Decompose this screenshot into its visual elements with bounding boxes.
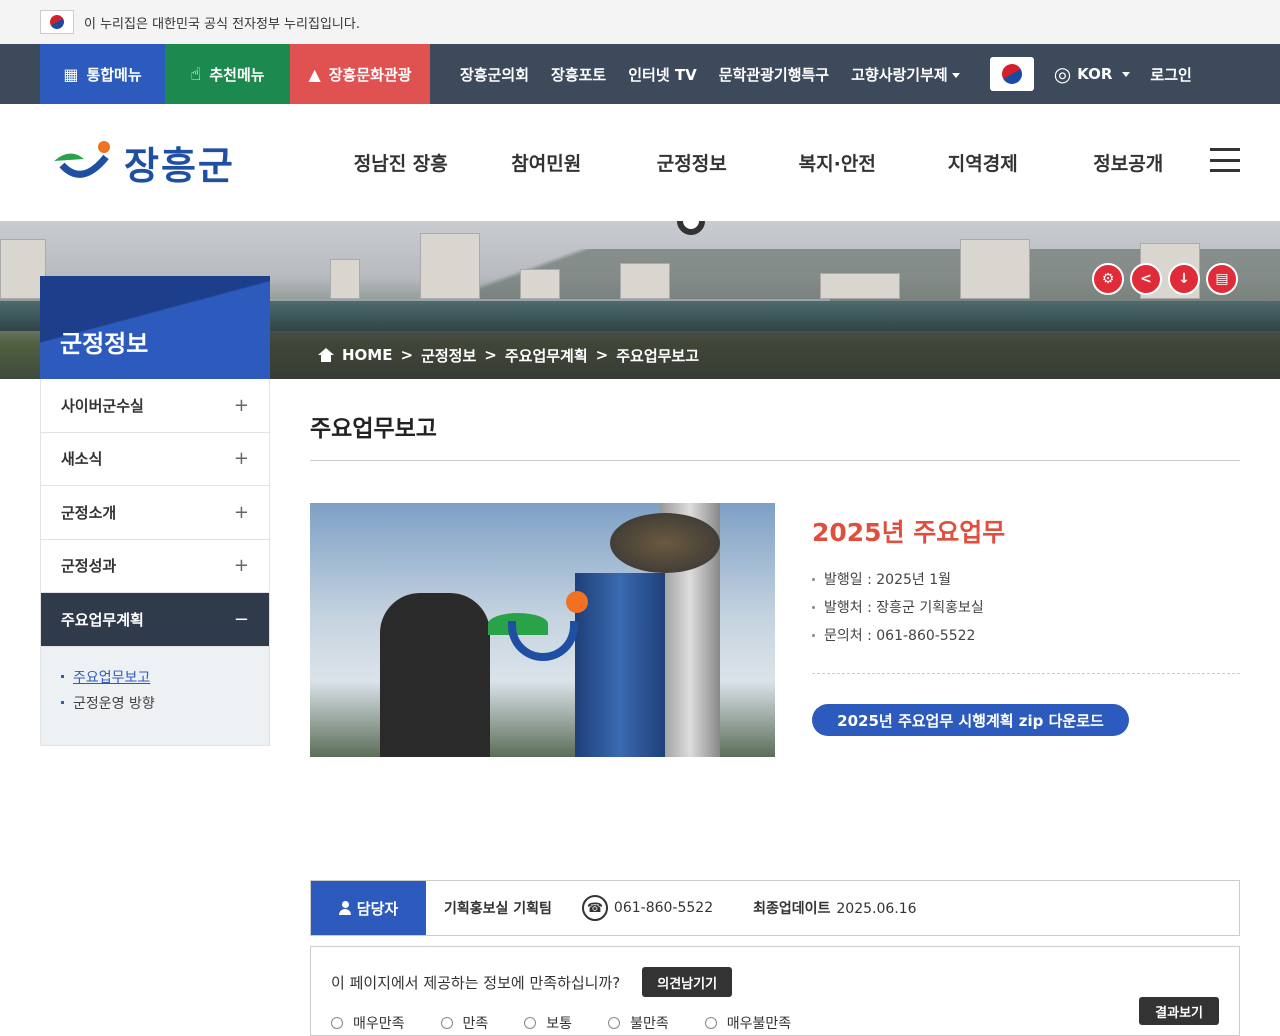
mountain-icon: ▲	[308, 64, 321, 84]
breadcrumb-major-plan[interactable]: 주요업무계획	[505, 345, 588, 366]
lnb-item-news[interactable]: 새소식 +	[41, 433, 269, 486]
manager-label: 담당자	[311, 881, 426, 935]
lnb-item-major-plan[interactable]: 주요업무계획 −	[41, 593, 269, 647]
jangheung-logo-icon	[54, 140, 110, 178]
feature-title: 2025년 주요업무	[812, 518, 1006, 547]
survey-option[interactable]: 보통	[524, 1013, 572, 1033]
feature-info: 발행일 : 2025년 1월 발행처 : 장흥군 기획홍보실 문의처 : 061…	[812, 569, 1240, 674]
satisfaction-survey: 이 페이지에서 제공하는 정보에 만족하십니까? 의견남기기 매우만족 만족 보…	[310, 946, 1240, 1036]
korea-flag-icon[interactable]	[989, 57, 1034, 91]
recommended-menu-button[interactable]: ☝ 추천메뉴	[165, 44, 290, 104]
view-results-button[interactable]: 결과보기	[1139, 997, 1219, 1025]
survey-question: 이 페이지에서 제공하는 정보에 만족하십니까?	[331, 973, 621, 992]
survey-option[interactable]: 불만족	[608, 1013, 669, 1033]
gnb-item-economy[interactable]: 지역경제	[910, 149, 1056, 176]
info-publisher: 발행처 : 장흥군 기획홍보실	[812, 597, 1240, 617]
site-logo[interactable]: 장흥군	[52, 135, 235, 190]
hand-pointer-icon: ☝	[190, 63, 202, 85]
breadcrumb: HOME > 군정정보 > 주요업무계획 > 주요업무보고	[270, 331, 1280, 379]
print-icon[interactable]: ▤	[1206, 263, 1238, 295]
lnb-item-cyber-office[interactable]: 사이버군수실 +	[41, 379, 269, 433]
info-contact: 문의처 : 061-860-5522	[812, 625, 1240, 645]
radio-icon[interactable]	[524, 1017, 537, 1029]
gnb-item-disclosure[interactable]: 정보공개	[1056, 149, 1202, 176]
page-title: 주요업무보고	[310, 379, 1240, 461]
plus-icon: +	[233, 501, 249, 523]
radio-icon[interactable]	[331, 1017, 343, 1029]
home-icon	[318, 348, 334, 362]
lnb-sub-direction[interactable]: 군정운영 방향	[61, 693, 249, 713]
jangheung-logo-icon	[488, 591, 588, 663]
share-icon[interactable]: <	[1130, 263, 1162, 295]
section-title: 군정정보	[40, 276, 270, 379]
side-nav: 사이버군수실 + 새소식 + 군정소개 + 군정성과 + 주요업무계획 − 주요업무보고 …	[40, 379, 270, 746]
radio-icon[interactable]	[440, 1017, 453, 1029]
link-hometown-donation[interactable]: 고향사랑기부제	[851, 64, 960, 85]
link-photo[interactable]: 장흥포토	[551, 64, 606, 85]
hamburger-menu-icon[interactable]	[1210, 148, 1240, 172]
person-icon	[338, 901, 351, 915]
login-link[interactable]: 로그인	[1150, 64, 1191, 85]
download-zip-button[interactable]: 2025년 주요업무 시행계획 zip 다운로드	[812, 704, 1129, 736]
breadcrumb-current: 주요업무보고	[616, 346, 700, 365]
caret-down-icon	[951, 72, 960, 78]
culture-tourism-button[interactable]: ▲ 장흥문화관광	[290, 44, 430, 104]
header: 장흥군 정남진 장흥 참여민원 군정정보 복지·안전 지역경제 정보공개	[0, 104, 1280, 221]
main-content: 주요업무보고 2025년 주요업무 발행일 : 2025년 1월 발행처 : 장…	[310, 379, 1240, 757]
manager-phone: ☎ 061-860-5522	[581, 895, 713, 921]
lnb-submenu: 주요업무보고 군정운영 방향	[41, 646, 269, 746]
utility-buttons: ⚙ < ↓ ▤	[1092, 263, 1238, 295]
plus-icon: +	[233, 448, 249, 470]
survey-options: 매우만족 만족 보통 불만족 매우불만족	[331, 1013, 1219, 1033]
lnb-item-performance[interactable]: 군정성과 +	[41, 540, 269, 593]
feature-photo	[310, 503, 775, 757]
gnb-item-participation[interactable]: 참여민원	[474, 149, 620, 176]
gov-banner: 이 누리집은 대한민국 공식 전자정부 누리집입니다.	[0, 0, 1280, 44]
link-literary-tourism[interactable]: 문학관광기행특구	[719, 64, 829, 85]
plus-icon: +	[233, 555, 249, 577]
gnb-item-welfare[interactable]: 복지·안전	[765, 149, 911, 176]
korea-flag-icon	[40, 10, 74, 34]
breadcrumb-home[interactable]: HOME	[342, 346, 392, 364]
download-icon[interactable]: ↓	[1168, 263, 1200, 295]
link-internet-tv[interactable]: 인터넷 TV	[628, 64, 696, 85]
plus-icon: +	[233, 394, 249, 416]
info-publish-date: 발행일 : 2025년 1월	[812, 569, 1240, 589]
grid-icon: ▦	[63, 64, 79, 84]
top-bar: ▦ 통합메뉴 ☝ 추천메뉴 ▲ 장흥문화관광 장흥군의회 장흥포토 인터넷 TV…	[0, 44, 1280, 104]
survey-option[interactable]: 매우만족	[331, 1013, 405, 1033]
link-council[interactable]: 장흥군의회	[460, 64, 529, 85]
manager-dept: 기획홍보실 기획팀	[444, 901, 552, 917]
settings-icon[interactable]: ⚙	[1092, 263, 1124, 295]
gnb-item-jeongnamjin[interactable]: 정남진 장흥	[328, 149, 474, 176]
logo-text: 장흥군	[124, 144, 235, 188]
last-update: 최종업데이트 2025.06.16	[753, 901, 917, 917]
main-nav: 정남진 장흥 참여민원 군정정보 복지·안전 지역경제 정보공개	[328, 104, 1201, 221]
globe-icon: ◎	[1053, 62, 1072, 86]
radio-icon[interactable]	[704, 1017, 717, 1029]
gov-banner-text: 이 누리집은 대한민국 공식 전자정부 누리집입니다.	[84, 16, 360, 32]
minus-icon: −	[233, 608, 249, 630]
breadcrumb-county-info[interactable]: 군정정보	[421, 345, 476, 366]
manager-info: 담당자 기획홍보실 기획팀 ☎ 061-860-5522 최종업데이트 2025.…	[310, 880, 1240, 936]
phone-icon: ☎	[581, 895, 608, 921]
caret-down-icon	[1122, 71, 1131, 77]
survey-option[interactable]: 매우불만족	[704, 1013, 791, 1033]
gnb-item-county-info[interactable]: 군정정보	[619, 149, 765, 176]
survey-option[interactable]: 만족	[440, 1013, 488, 1033]
radio-icon[interactable]	[608, 1017, 621, 1029]
leave-opinion-button[interactable]: 의견남기기	[642, 967, 733, 997]
language-select[interactable]: ◎ KOR	[1054, 62, 1131, 86]
all-menu-button[interactable]: ▦ 통합메뉴	[40, 44, 165, 104]
lnb-item-intro[interactable]: 군정소개 +	[41, 486, 269, 540]
lnb-sub-major-report[interactable]: 주요업무보고	[61, 667, 249, 687]
